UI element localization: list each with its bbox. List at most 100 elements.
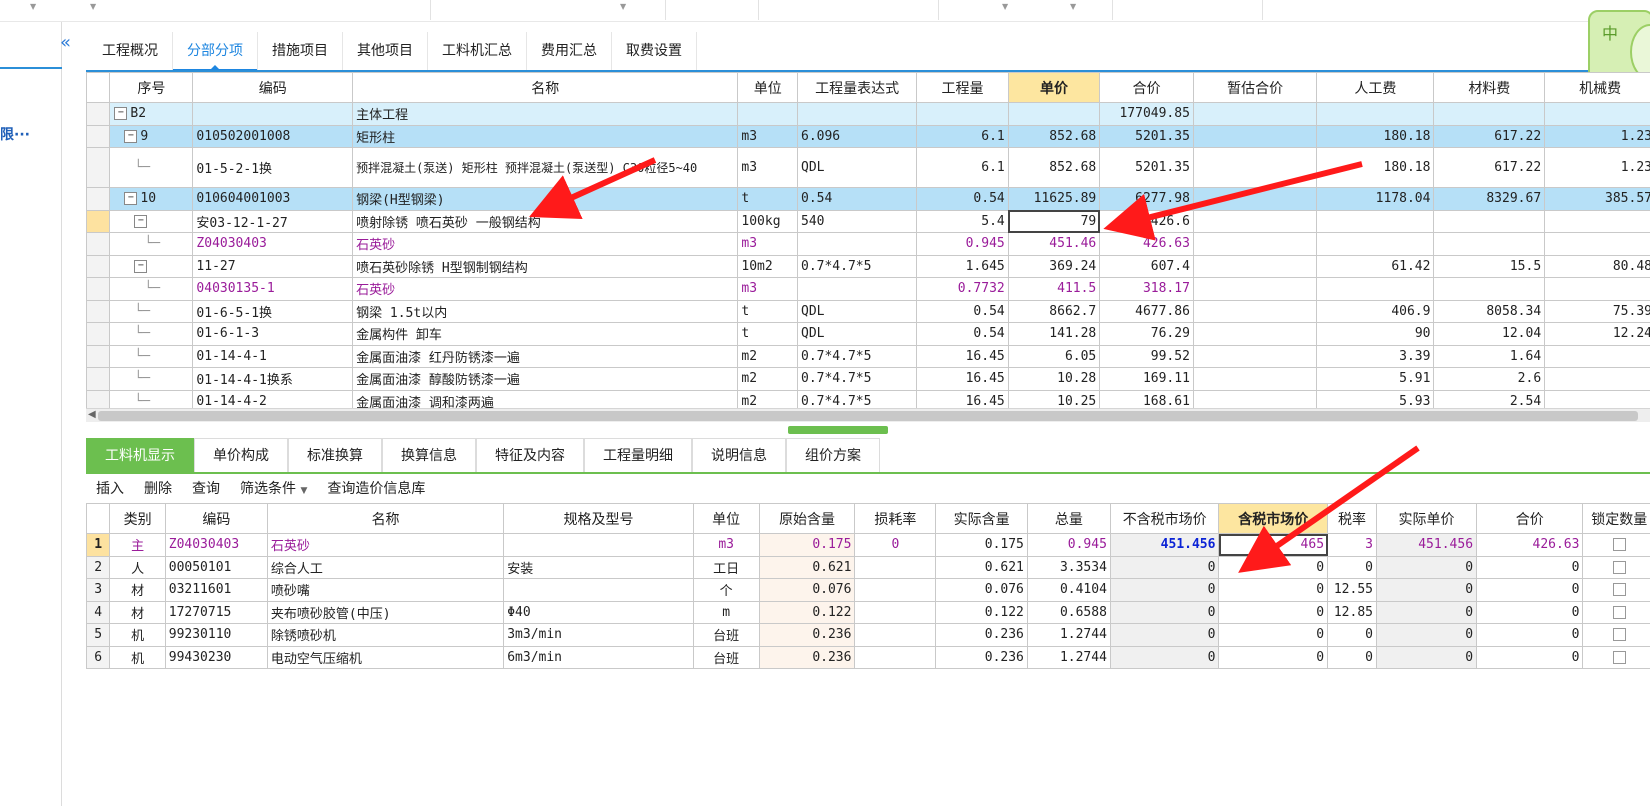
cell-qty[interactable]: 6.1 — [916, 147, 1009, 188]
cell-total[interactable]: 1.2744 — [1026, 645, 1111, 669]
cell-labor[interactable] — [1316, 102, 1435, 126]
cell-mach[interactable] — [1544, 367, 1650, 391]
cell-price[interactable]: 11625.89 — [1007, 187, 1101, 211]
row-selector[interactable] — [86, 102, 111, 126]
col-header-loss-rate[interactable]: 损耗率 — [854, 503, 937, 534]
lock-quantity-cell[interactable] — [1582, 533, 1650, 557]
table-row[interactable]: 1 主 Z04030403 石英砂 m3 0.175 0 0.175 0.945 451.456 4… — [86, 533, 1650, 557]
table-row[interactable]: 2 人 00050101 综合人工 安装 工日 0.621 0.621 3.3534 0 0 0 0 0 — [86, 555, 1650, 579]
cell-ex_tax[interactable]: 0 — [1109, 555, 1220, 579]
lock-checkbox[interactable] — [1612, 628, 1626, 642]
cell-unit_price[interactable]: 451.456 — [1375, 533, 1478, 557]
cell-expr[interactable]: 6.096 — [796, 124, 918, 148]
cell-est[interactable] — [1192, 367, 1318, 391]
row-number[interactable]: 4 — [86, 600, 111, 624]
table-row[interactable]: └─ 01-14-4-1换系 金属面油漆 醇酸防锈漆一遍 m2 0.7*4.7*5 16.… — [86, 367, 1650, 391]
col-header-lock[interactable]: 锁定数量 — [1582, 503, 1650, 534]
cell-est[interactable] — [1192, 147, 1318, 188]
cell-sum[interactable]: 0 — [1476, 623, 1584, 647]
col-header-ex-tax-price[interactable]: 不含税市场价 — [1109, 503, 1220, 534]
cell-est[interactable] — [1192, 277, 1318, 301]
cell-unit[interactable]: m — [692, 600, 760, 624]
cell-qty[interactable] — [916, 102, 1009, 126]
table-row[interactable]: └─ 01-5-2-1换 预拌混凝土(泵送) 矩形柱 预拌混凝土(泵送型) C30粒… — [86, 147, 1650, 188]
cell-labor[interactable]: 90 — [1316, 322, 1435, 346]
tab-unit-price-composition[interactable]: 单价构成 — [194, 438, 288, 472]
cell-total[interactable]: 426.6 — [1099, 209, 1194, 233]
cell-type[interactable]: 主 — [109, 533, 166, 557]
cell-unit_price[interactable]: 0 — [1375, 623, 1478, 647]
cell-unit_price[interactable]: 0 — [1375, 578, 1478, 602]
cell-expr[interactable] — [796, 277, 918, 301]
cell-name[interactable]: 金属面油漆 红丹防锈漆一遍 — [352, 344, 739, 368]
tab-material-summary[interactable]: 工料机汇总 — [428, 32, 527, 70]
cell-ex_tax[interactable]: 0 — [1109, 645, 1220, 669]
cell-orig[interactable]: 0.076 — [758, 578, 856, 602]
cell-seq[interactable]: └─ — [109, 147, 194, 188]
cell-price[interactable]: 411.5 — [1007, 277, 1101, 301]
cell-expr[interactable]: QDL — [796, 322, 918, 346]
cell-mach[interactable]: 1.23 — [1544, 147, 1650, 188]
limit-text[interactable]: 限··· — [0, 124, 30, 144]
cell-qty[interactable]: 5.4 — [916, 209, 1009, 233]
cell-spec[interactable]: 3m3/min — [503, 623, 694, 647]
cell-name[interactable]: 矩形柱 — [352, 124, 739, 148]
cell-name[interactable]: 电动空气压缩机 — [266, 645, 505, 669]
cell-est[interactable] — [1192, 124, 1318, 148]
cell-unit_price[interactable]: 0 — [1375, 600, 1478, 624]
cell-mach[interactable]: 385.57 — [1544, 187, 1650, 211]
cell-mach[interactable] — [1544, 344, 1650, 368]
cell-unit[interactable]: 工日 — [692, 555, 760, 579]
cell-seq[interactable]: − — [109, 209, 194, 233]
cell-price[interactable]: 8662.7 — [1007, 299, 1101, 323]
cell-in_tax[interactable]: 0 — [1218, 645, 1329, 669]
row-selector[interactable] — [86, 367, 111, 391]
cell-code[interactable]: 01-14-4-1 — [192, 344, 354, 368]
cell-actual[interactable]: 0.236 — [935, 623, 1028, 647]
cell-mat[interactable] — [1433, 209, 1546, 233]
insert-button[interactable]: 插入 — [96, 478, 124, 500]
table-row[interactable]: 4 材 17270715 夹布喷砂胶管(中压) Φ40 m 0.122 0.122 0.6588… — [86, 600, 1650, 624]
cell-name[interactable]: 金属面油漆 醇酸防锈漆一遍 — [352, 367, 739, 391]
col-header-actual-qty[interactable]: 实际含量 — [935, 503, 1028, 534]
cell-mat[interactable]: 617.22 — [1433, 147, 1546, 188]
cell-total[interactable]: 318.17 — [1099, 277, 1194, 301]
cell-code[interactable]: 010604001003 — [192, 187, 354, 211]
cell-orig[interactable]: 0.122 — [758, 600, 856, 624]
cell-ex_tax[interactable]: 0 — [1109, 578, 1220, 602]
cell-tax[interactable]: 12.55 — [1327, 578, 1377, 602]
cell-total[interactable]: 3.3534 — [1026, 555, 1111, 579]
cell-labor[interactable]: 406.9 — [1316, 299, 1435, 323]
dropdown-arrow-icon[interactable]: ▼ — [30, 2, 36, 11]
row-number[interactable]: 1 — [86, 533, 111, 557]
cell-expr[interactable]: 0.7*4.7*5 — [796, 254, 918, 278]
cell-spec[interactable] — [503, 578, 694, 602]
cell-mat[interactable]: 12.04 — [1433, 322, 1546, 346]
cell-spec[interactable]: 6m3/min — [503, 645, 694, 669]
cell-total[interactable]: 6277.98 — [1099, 187, 1194, 211]
cell-qty[interactable]: 16.45 — [916, 389, 1009, 408]
col-header-material[interactable]: 材料费 — [1433, 72, 1546, 103]
cell-est[interactable] — [1192, 344, 1318, 368]
cell-unit[interactable]: m3 — [737, 277, 798, 301]
cell-orig[interactable]: 0.621 — [758, 555, 856, 579]
cell-seq[interactable]: − — [109, 254, 194, 278]
cell-seq[interactable]: └─ — [109, 389, 194, 408]
cell-loss[interactable] — [854, 600, 937, 624]
cell-mat[interactable]: 15.5 — [1433, 254, 1546, 278]
col-header-orig-qty[interactable]: 原始含量 — [758, 503, 856, 534]
cell-code[interactable]: 01-14-4-2 — [192, 389, 354, 408]
table-row[interactable]: −9 010502001008 矩形柱 m3 6.096 6.1 852.68 5201.35… — [86, 124, 1650, 148]
cell-qty[interactable]: 16.45 — [916, 367, 1009, 391]
tab-pricing-plan[interactable]: 组价方案 — [786, 438, 880, 472]
cell-qty[interactable]: 0.54 — [916, 322, 1009, 346]
lock-quantity-cell[interactable] — [1582, 623, 1650, 647]
col-header-total[interactable]: 合价 — [1099, 72, 1194, 103]
scroll-left-icon[interactable]: ◀ — [88, 409, 96, 420]
cell-price[interactable]: 10.28 — [1007, 367, 1101, 391]
cell-total[interactable]: 607.4 — [1099, 254, 1194, 278]
col-header-qty[interactable]: 工程量 — [916, 72, 1009, 103]
cell-seq[interactable]: −9 — [109, 124, 194, 148]
col-header-name[interactable]: 名称 — [266, 503, 505, 534]
cell-est[interactable] — [1192, 299, 1318, 323]
